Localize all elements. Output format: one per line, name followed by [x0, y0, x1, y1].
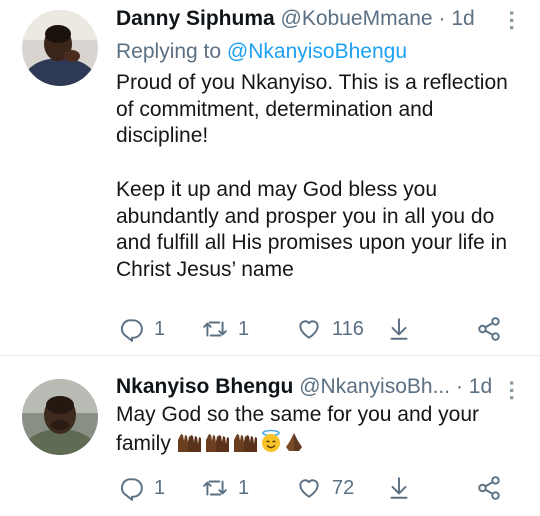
like-button[interactable]: 116: [296, 316, 364, 342]
mention-link[interactable]: @NkanyisoBhengu: [227, 40, 407, 63]
retweet-count: 1: [238, 317, 250, 340]
folded-hands-emoji: [285, 432, 302, 451]
separator: ·: [455, 375, 463, 398]
retweet-button[interactable]: 1: [202, 316, 249, 342]
like-count: 116: [332, 317, 364, 340]
author-handle[interactable]: @NkanyisoBh...: [299, 375, 450, 398]
tweet-header: Danny Siphuma @KobueMmane · 1d: [116, 6, 475, 32]
author-name[interactable]: Nkanyiso Bhengu: [116, 375, 293, 398]
tweet-text: Proud of you Nkanyiso. This is a reflect…: [116, 71, 508, 281]
smiling-face-with-halo-emoji: [261, 429, 280, 452]
replying-to: Replying to @NkanyisoBhengu: [116, 40, 407, 64]
retweet-icon: [203, 480, 227, 496]
emoji-group: [175, 429, 305, 453]
tweet-header: Nkanyiso Bhengu @NkanyisoBh... · 1d: [116, 374, 492, 400]
heart-icon: [299, 320, 319, 339]
share-icon: [478, 317, 500, 341]
tweet-actions: 1 1 72: [116, 475, 516, 505]
raising-hands-emoji: [233, 433, 257, 452]
more-vertical-icon[interactable]: ···: [499, 380, 524, 402]
share-button[interactable]: [476, 316, 502, 342]
download-icon: [390, 477, 408, 499]
share-button[interactable]: [476, 475, 502, 501]
tweet[interactable]: Danny Siphuma @KobueMmane · 1d ··· Reply…: [0, 0, 540, 355]
author-handle[interactable]: @KobueMmane: [281, 7, 433, 30]
retweet-count: 1: [238, 476, 250, 499]
more-vertical-icon[interactable]: ···: [499, 10, 524, 32]
replying-prefix: Replying to: [116, 40, 227, 63]
tweet[interactable]: Nkanyiso Bhengu @NkanyisoBh... · 1d ··· …: [0, 365, 540, 516]
like-button[interactable]: 72: [296, 475, 354, 501]
download-button[interactable]: [386, 316, 412, 342]
reply-count: 1: [154, 476, 166, 499]
reply-icon: [120, 478, 143, 501]
like-count: 72: [332, 476, 355, 499]
raising-hands-emoji: [205, 433, 229, 452]
download-button[interactable]: [386, 475, 412, 501]
retweet-button[interactable]: 1: [202, 475, 249, 501]
timestamp[interactable]: 1d: [469, 375, 492, 398]
retweet-icon: [203, 321, 227, 337]
reply-button[interactable]: 1: [118, 475, 165, 501]
download-icon: [390, 318, 408, 340]
author-name[interactable]: Danny Siphuma: [116, 7, 275, 30]
tweet-text: May God so the same for you and your fam…: [116, 402, 526, 457]
tweet-actions: 1 1 116: [116, 316, 516, 346]
reply-button[interactable]: 1: [118, 316, 165, 342]
heart-icon: [299, 479, 319, 498]
divider: [0, 355, 540, 356]
separator: ·: [438, 7, 446, 30]
raising-hands-emoji: [177, 433, 201, 452]
share-icon: [478, 476, 500, 500]
reply-count: 1: [154, 317, 166, 340]
timestamp[interactable]: 1d: [451, 7, 474, 30]
reply-icon: [120, 319, 143, 342]
avatar[interactable]: [22, 10, 98, 86]
avatar[interactable]: [22, 379, 98, 455]
